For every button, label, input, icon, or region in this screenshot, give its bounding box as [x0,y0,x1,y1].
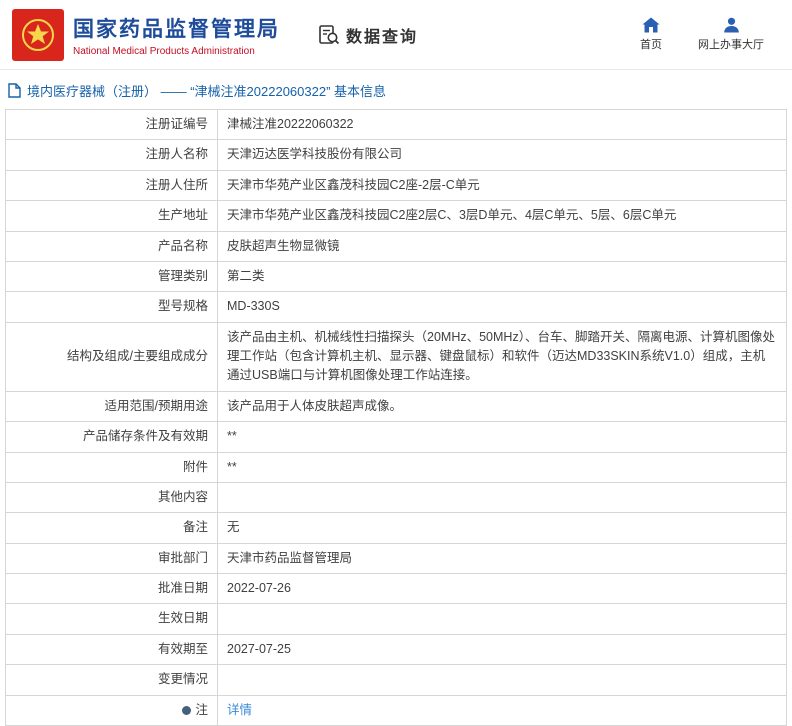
document-icon [8,83,21,98]
row-label: 有效期至 [5,633,218,666]
table-row: 附件 ** [5,451,787,483]
row-label-text: 注 [195,702,208,717]
info-table: 注册证编号 津械注准20222060322 注册人名称 天津迈达医学科技股份有限公司注… [5,108,787,726]
row-value: 该产品用于人体皮肤超声成像。 [217,390,787,423]
row-label: 生产地址 [5,200,218,232]
row-value [217,603,787,635]
row-label-text: 适用范围/预期用途 [104,398,208,413]
nav-online-hall-label: 网上办事大厅 [698,39,764,51]
row-value: 天津市华苑产业区鑫茂科技园C2座2层C、3层D单元、4层C单元、5层、6层C单元 [217,200,787,232]
table-row: 变更情况 [5,664,787,696]
table-row: 产品名称 皮肤超声生物显微镜 [5,230,787,262]
row-label-text: 备注 [182,520,208,535]
row-label: 审批部门 [5,542,218,575]
row-value: 天津市药品监督管理局 [217,542,787,575]
row-label-text: 注册证编号 [145,117,208,131]
row-label: 注册证编号 [5,108,218,141]
breadcrumb: 境内医疗器械（注册） —— “津械注准20222060322” 基本信息 [0,70,792,109]
row-label: 其他内容 [5,481,218,514]
site-title-en: National Medical Products Administration [73,45,255,57]
row-value: 第二类 [217,260,787,293]
table-row: 生效日期 [5,603,787,635]
data-query-section[interactable]: 数据查询 [318,23,418,47]
table-row: 注册证编号 津械注准20222060322 [5,108,787,141]
info-table-body: 注册证编号 津械注准20222060322 注册人名称 天津迈达医学科技股份有限公司注… [5,108,787,726]
table-row: 注册人住所 天津市华苑产业区鑫茂科技园C2座-2层-C单元 [5,169,787,202]
row-label: 生效日期 [5,603,218,635]
row-value [217,481,787,514]
nav-home[interactable]: 首页 [640,17,662,52]
row-label-text: 注册人名称 [145,147,208,162]
row-label-text: 有效期至 [157,641,208,656]
row-label: 附件 [5,451,218,483]
row-label-text: 结构及组成/主要组成成分 [67,349,208,363]
row-value: 2022-07-26 [217,572,787,605]
table-row: 其他内容 [5,481,787,514]
row-label: 结构及组成/主要组成成分 [5,321,218,392]
row-label: 管理类别 [5,260,218,293]
row-value: 皮肤超声生物显微镜 [217,230,787,262]
table-row: 审批部门 天津市药品监督管理局 [5,542,787,575]
row-label: 适用范围/预期用途 [5,390,218,423]
note-icon [182,705,192,715]
detail-link[interactable]: 详情 [227,703,252,717]
row-value: 2027-07-25 [217,633,787,666]
row-label: 产品名称 [5,230,218,262]
row-label: 批准日期 [5,572,218,605]
nav-online-hall[interactable]: 网上办事大厅 [698,17,764,52]
row-label-text: 批准日期 [157,581,208,595]
row-value: MD-330S [217,291,787,323]
row-value: 津械注准20222060322 [217,108,787,141]
row-value: 天津市华苑产业区鑫茂科技园C2座-2层-C单元 [217,169,787,202]
row-label: 注册人名称 [5,139,218,171]
row-label-text: 生效日期 [157,611,208,626]
site-header: 国家药品监督管理局 National Medical Products Admi… [0,0,792,70]
row-label: 型号规格 [5,291,218,323]
data-query-icon [319,24,340,44]
row-value: 该产品由主机、机械线性扫描探头（20MHz、50MHz）、台车、脚踏开关、隔离电… [217,321,787,392]
table-row: 适用范围/预期用途 该产品用于人体皮肤超声成像。 [5,390,787,423]
table-row: 注 详情 [5,694,787,726]
table-row: 批准日期 2022-07-26 [5,572,787,605]
table-row: 有效期至 2027-07-25 [5,633,787,666]
row-value: ** [217,421,787,453]
emblem-star-icon [22,18,54,51]
row-label-text: 注册人住所 [145,177,208,192]
row-label-text: 型号规格 [157,299,208,314]
national-emblem-logo [12,8,64,61]
site-title-cn: 国家药品监督管理局 [73,17,280,41]
table-row: 生产地址 天津市华苑产业区鑫茂科技园C2座2层C、3层D单元、4层C单元、5层、6… [5,200,787,232]
row-label: 变更情况 [5,664,218,696]
row-value: ** [217,451,787,483]
table-row: 注册人名称 天津迈达医学科技股份有限公司 [5,139,787,171]
table-row: 产品储存条件及有效期 ** [5,421,787,453]
data-query-label: 数据查询 [346,28,419,46]
table-row: 型号规格 MD-330S [5,291,787,323]
row-value: 详情 [217,694,787,726]
row-label: 注册人住所 [5,169,218,202]
row-label-text: 附件 [182,459,208,474]
person-icon [723,17,739,33]
nav-home-label: 首页 [640,39,662,51]
row-value [217,664,787,696]
row-label-text: 其他内容 [157,489,208,504]
table-row: 结构及组成/主要组成成分 该产品由主机、机械线性扫描探头（20MHz、50MHz）… [5,321,787,392]
top-nav: 首页 网上办事大厅 [640,17,780,52]
site-title-block: 国家药品监督管理局 National Medical Products Admi… [73,13,280,57]
row-label-text: 产品名称 [157,238,208,253]
row-label-text: 生产地址 [157,208,208,223]
row-value: 无 [217,512,787,544]
row-label-text: 管理类别 [157,268,208,283]
row-label-text: 审批部门 [157,550,208,565]
row-label: 注 [5,694,218,726]
row-label: 备注 [5,512,218,544]
row-label: 产品储存条件及有效期 [5,421,218,453]
table-row: 管理类别 第二类 [5,260,787,293]
home-icon [642,17,660,33]
row-label-text: 产品储存条件及有效期 [82,429,208,444]
row-label-text: 变更情况 [157,672,208,687]
breadcrumb-text: 境内医疗器械（注册） —— “津械注准20222060322” 基本信息 [27,84,387,99]
table-row: 备注无 [5,512,787,544]
row-value: 天津迈达医学科技股份有限公司 [217,139,787,171]
